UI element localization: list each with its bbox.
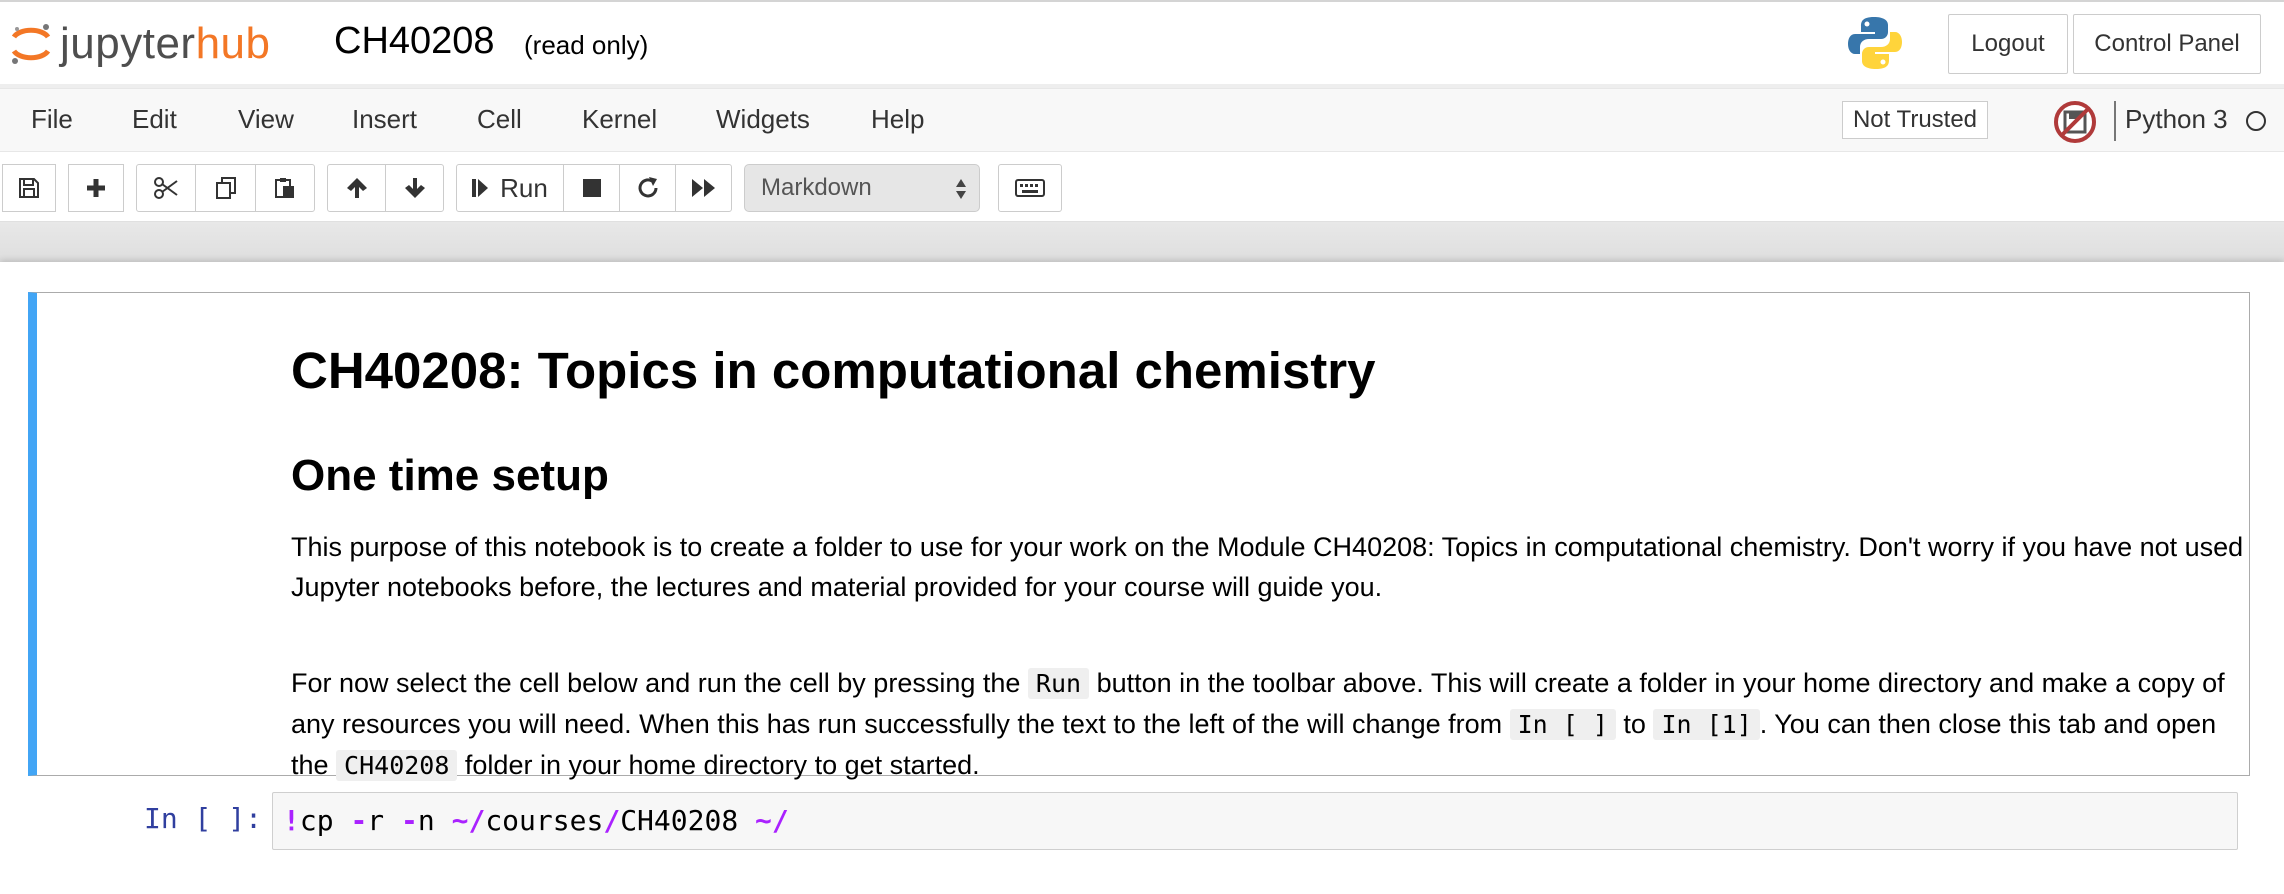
paste-icon [275,178,294,198]
inline-code-in-1: In [1] [1653,709,1760,740]
menu-edit[interactable]: Edit [132,104,177,135]
setup-heading: One time setup [291,451,609,500]
stop-icon [582,179,601,197]
logout-button[interactable]: Logout [1948,14,2068,74]
restart-icon [638,177,657,198]
keyboard-icon [1015,179,1045,197]
cell-type-value: Markdown [761,174,872,201]
input-prompt: In [ ]: [143,802,262,835]
logo-text-hub: hub [195,19,271,68]
code-text-token: courses [485,804,604,837]
instructions-text-3: to [1615,709,1654,739]
cut-button[interactable] [136,164,196,212]
kernel-readonly-icon [2054,101,2096,143]
header: jupyterhub CH40208 (read only) Logout Co… [0,0,2284,84]
code-operator-token: - [350,804,368,837]
kernel-idle-indicator-icon [2246,111,2266,131]
code-cell[interactable]: In [ ]: !cp -r -n ~/courses/CH40208 ~/ [28,792,2250,854]
copy-button[interactable] [195,164,256,212]
menu-help[interactable]: Help [871,104,924,135]
menu-view[interactable]: View [238,104,294,135]
notebook-container: CH40208: Topics in computational chemist… [0,262,2284,894]
plus-icon [87,179,105,197]
inline-code-run: Run [1027,668,1090,699]
code-operator-token: ~/ [451,804,486,837]
select-arrows-icon [956,179,966,199]
run-button-label: Run [500,172,548,203]
notebook-name[interactable]: CH40208 [334,20,495,63]
jupyter-logo-icon [11,24,51,64]
code-operator-token: ~/ [755,804,789,837]
restart-run-all-button[interactable] [675,164,732,212]
restart-button[interactable] [619,164,676,212]
copy-icon [215,177,236,199]
fast-forward-icon [691,179,715,197]
code-operator-token: - [401,804,418,837]
code-text-token: r [367,804,402,837]
inline-code-folder: CH40208 [336,750,458,781]
save-button[interactable] [2,164,56,212]
arrow-up-icon [346,178,367,198]
read-only-label: (read only) [524,30,649,60]
menu-cell[interactable]: Cell [477,104,522,135]
interrupt-button[interactable] [563,164,620,212]
cut-icon [154,177,178,199]
logo-text-jupyter: jupyter [60,19,196,68]
markdown-cell-selected[interactable]: CH40208: Topics in computational chemist… [28,292,2250,781]
menu-insert[interactable]: Insert [352,104,417,135]
python-logo-icon [1848,17,1902,69]
code-text-token: cp [299,804,351,837]
arrow-down-icon [404,178,425,198]
code-text-token: CH40208 [620,804,756,837]
notebook-background [0,222,2284,262]
insert-cell-button[interactable] [68,164,124,212]
paste-button[interactable] [255,164,315,212]
command-palette-button[interactable] [998,164,1062,212]
move-up-button[interactable] [327,164,386,212]
jupyterhub-logo[interactable]: jupyterhub [8,16,271,72]
instructions-text-1: For now select the cell below and run th… [291,668,1028,698]
step-forward-icon [472,179,489,197]
code-text-token: n [417,804,452,837]
instructions-paragraph: For now select the cell below and run th… [291,663,2251,786]
code-operator-token: / [603,804,621,837]
notebook-title-heading: CH40208: Topics in computational chemist… [291,342,1376,399]
menu-widgets[interactable]: Widgets [716,104,810,135]
move-down-button[interactable] [385,164,444,212]
cell-type-select[interactable]: Markdown [744,164,980,212]
kernel-separator [2114,101,2116,141]
run-button[interactable]: Run [456,164,564,212]
intro-paragraph: This purpose of this notebook is to crea… [291,532,2244,602]
menu-kernel[interactable]: Kernel [582,104,657,135]
toolbar: Run Markdown [0,152,2284,222]
code-editor[interactable]: !cp -r -n ~/courses/CH40208 ~/ [272,792,2238,850]
control-panel-button[interactable]: Control Panel [2073,14,2261,74]
code-operator-token: ! [283,804,300,837]
inline-code-in-empty: In [ ] [1509,709,1616,740]
menu-file[interactable]: File [31,104,73,135]
instructions-text-5: folder in your home directory to get sta… [457,750,980,780]
kernel-name[interactable]: Python 3 [2125,104,2228,135]
menubar: File Edit View Insert Cell Kernel Widget… [0,88,2284,152]
not-trusted-indicator[interactable]: Not Trusted [1842,101,1988,139]
save-icon [19,178,39,198]
